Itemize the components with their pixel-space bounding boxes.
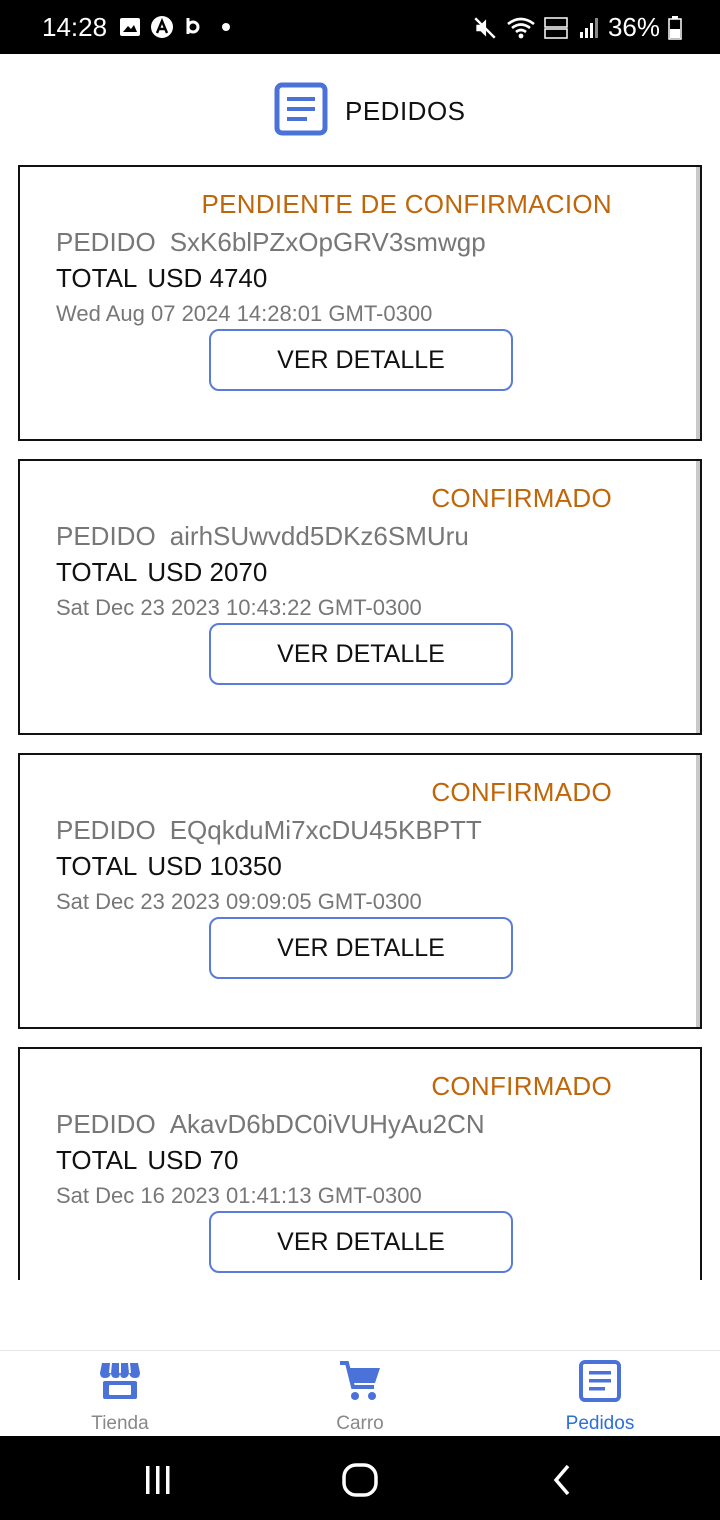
signal-icon: [579, 17, 598, 38]
bottom-nav: Tienda Carro Pedidos: [0, 1350, 720, 1437]
nav-label-carro: Carro: [336, 1413, 384, 1434]
order-card: CONFIRMADO PEDIDO AkavD6bDC0iVUHyAu2CN TO…: [18, 1047, 702, 1280]
cart-icon: [340, 1361, 380, 1400]
order-id-label: PEDIDO: [56, 227, 156, 257]
order-id-label: PEDIDO: [56, 815, 156, 845]
page-title: PEDIDOS: [345, 96, 466, 126]
order-card: CONFIRMADO PEDIDO EQqkduMi7xcDU45KBPTT TO…: [18, 753, 702, 1029]
order-card: CONFIRMADO PEDIDO airhSUwvdd5DKz6SMUru TO…: [18, 459, 702, 735]
order-date: Sat Dec 23 2023 09:09:05 GMT-0300: [56, 889, 422, 914]
scroll-indicator: [696, 167, 700, 439]
order-total-row: TOTAL USD 2070: [56, 557, 267, 588]
system-nav-bar: [0, 1436, 720, 1520]
order-id: AkavD6bDC0iVUHyAu2CN: [169, 1109, 485, 1139]
nav-item-tienda[interactable]: Tienda: [0, 1351, 240, 1437]
order-id: EQqkduMi7xcDU45KBPTT: [169, 815, 482, 845]
order-total: USD 2070: [147, 557, 268, 587]
document-list-icon: [274, 82, 328, 136]
scroll-indicator: [696, 755, 700, 1027]
nav-label-tienda: Tienda: [91, 1413, 149, 1434]
order-id-label: PEDIDO: [56, 521, 156, 551]
nav-item-pedidos[interactable]: Pedidos: [480, 1351, 720, 1437]
page-header: PEDIDOS: [0, 80, 720, 140]
wifi-icon: [507, 17, 535, 38]
order-total-label: TOTAL: [56, 557, 138, 587]
order-id: airhSUwvdd5DKz6SMUru: [169, 521, 469, 551]
system-icons: 36%: [472, 12, 682, 43]
order-date: Sat Dec 23 2023 10:43:22 GMT-0300: [56, 595, 422, 620]
order-total-label: TOTAL: [56, 1145, 138, 1175]
ver-detalle-button[interactable]: VER DETALLE: [209, 917, 513, 979]
document-list-icon: [579, 1360, 621, 1402]
app-a-icon: [151, 16, 173, 38]
order-card: PENDIENTE DE CONFIRMACION PEDIDO SxK6blPZ…: [18, 165, 702, 441]
mute-icon: [474, 16, 496, 39]
order-id-row: PEDIDO airhSUwvdd5DKz6SMUru: [56, 521, 469, 552]
gallery-icon: [120, 18, 140, 36]
order-status: CONFIRMADO: [431, 483, 612, 513]
order-status: PENDIENTE DE CONFIRMACION: [201, 189, 612, 219]
order-date: Wed Aug 07 2024 14:28:01 GMT-0300: [56, 301, 433, 326]
orders-list[interactable]: PENDIENTE DE CONFIRMACION PEDIDO SxK6blPZ…: [18, 165, 702, 1280]
nav-item-carro[interactable]: Carro: [240, 1351, 480, 1437]
order-status: CONFIRMADO: [431, 777, 612, 807]
order-total-row: TOTAL USD 4740: [56, 263, 267, 294]
more-notifications-icon: [222, 23, 230, 31]
order-id-row: PEDIDO AkavD6bDC0iVUHyAu2CN: [56, 1109, 485, 1140]
volte-icon: [544, 16, 568, 39]
order-date: Sat Dec 16 2023 01:41:13 GMT-0300: [56, 1183, 422, 1208]
order-status: CONFIRMADO: [431, 1071, 612, 1101]
storefront-icon: [100, 1362, 140, 1399]
order-total-row: TOTAL USD 70: [56, 1145, 238, 1176]
order-id-row: PEDIDO SxK6blPZxOpGRV3smwgp: [56, 227, 486, 258]
ver-detalle-button[interactable]: VER DETALLE: [209, 329, 513, 391]
order-total: USD 70: [147, 1145, 239, 1175]
order-id-row: PEDIDO EQqkduMi7xcDU45KBPTT: [56, 815, 482, 846]
order-total: USD 4740: [147, 263, 268, 293]
back-icon[interactable]: [548, 1462, 576, 1498]
battery-percent: 36%: [607, 12, 660, 42]
battery-icon: [668, 15, 682, 40]
order-total-label: TOTAL: [56, 263, 138, 293]
order-total-row: TOTAL USD 10350: [56, 851, 282, 882]
ver-detalle-button[interactable]: VER DETALLE: [209, 1211, 513, 1273]
notification-icons: [118, 14, 230, 40]
order-total: USD 10350: [147, 851, 282, 881]
home-icon[interactable]: [340, 1462, 380, 1498]
order-id-label: PEDIDO: [56, 1109, 156, 1139]
recent-apps-icon[interactable]: [140, 1464, 176, 1496]
ver-detalle-button[interactable]: VER DETALLE: [209, 623, 513, 685]
status-time: 14:28: [42, 12, 108, 42]
scroll-indicator: [696, 461, 700, 733]
status-bar: 14:28 36%: [0, 0, 720, 54]
order-id: SxK6blPZxOpGRV3smwgp: [169, 227, 486, 257]
order-total-label: TOTAL: [56, 851, 138, 881]
nav-label-pedidos: Pedidos: [565, 1413, 635, 1434]
app-b-icon: [186, 18, 200, 34]
